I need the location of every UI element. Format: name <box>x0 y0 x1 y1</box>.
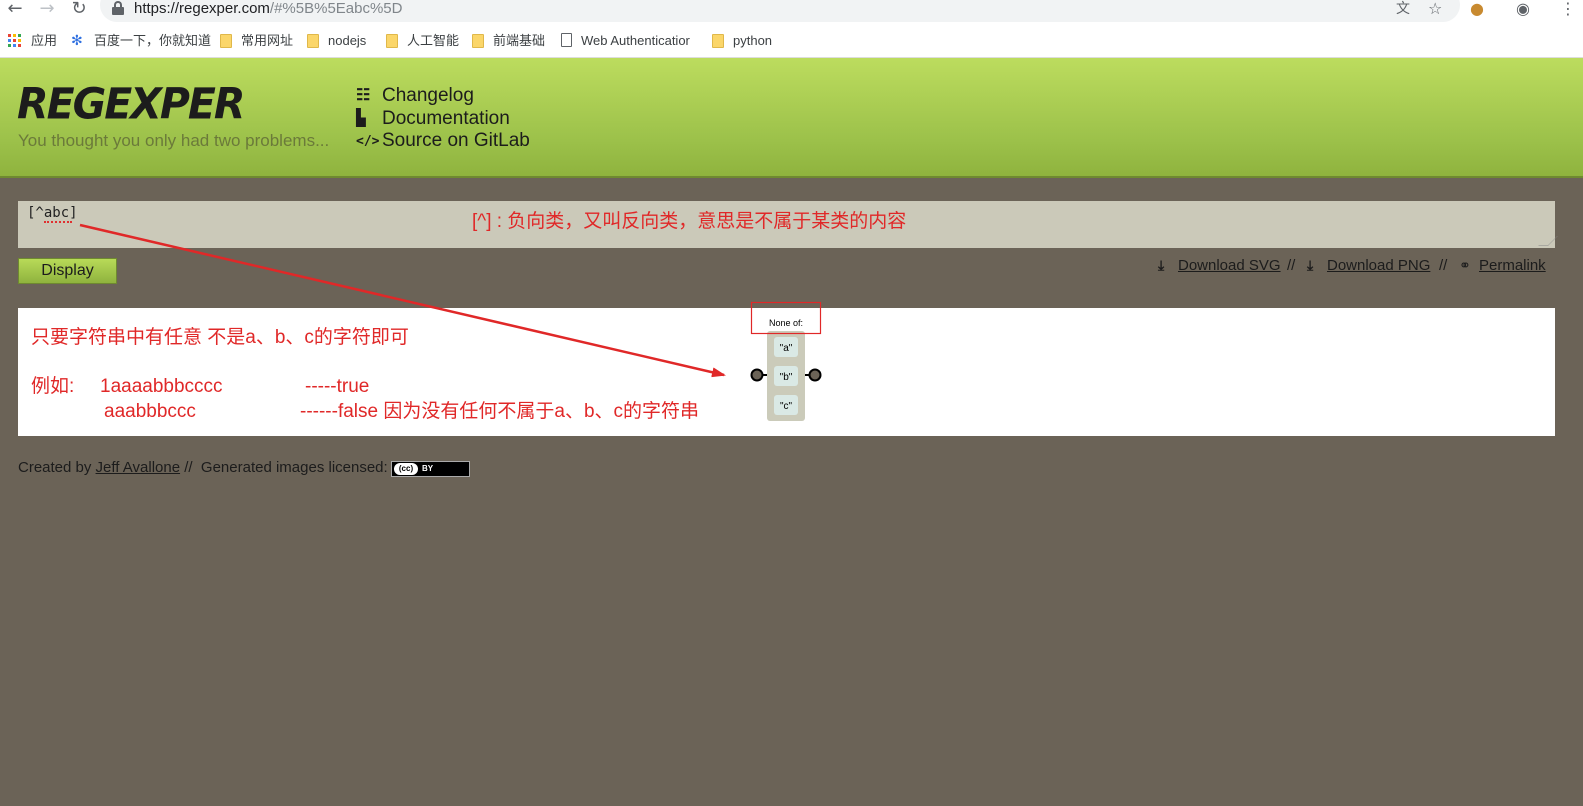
diagram-literal-c: "c" <box>780 401 793 412</box>
diagram-literal-b: "b" <box>780 372 793 383</box>
diagram-end-node <box>808 368 822 382</box>
footer-separator: // <box>184 459 193 476</box>
cc-by-license-badge[interactable]: (cc) BY <box>391 461 470 477</box>
footer-license-text: Generated images licensed: <box>200 459 388 476</box>
author-link[interactable]: Jeff Avallone <box>96 459 181 476</box>
diagram-group-label: None of: <box>769 318 803 328</box>
footer-created-by: Created by <box>18 459 92 476</box>
cc-logo-icon: (cc) <box>394 463 418 475</box>
annotation-arrow <box>79 223 726 378</box>
diagram-start-node <box>750 368 764 382</box>
diagram-literal-a: "a" <box>780 343 793 354</box>
by-label: BY <box>422 464 434 473</box>
regex-diagram: None of: "a" "b" "c" <box>79 223 822 421</box>
footer: Created by Jeff Avallone // Generated im… <box>18 458 388 478</box>
